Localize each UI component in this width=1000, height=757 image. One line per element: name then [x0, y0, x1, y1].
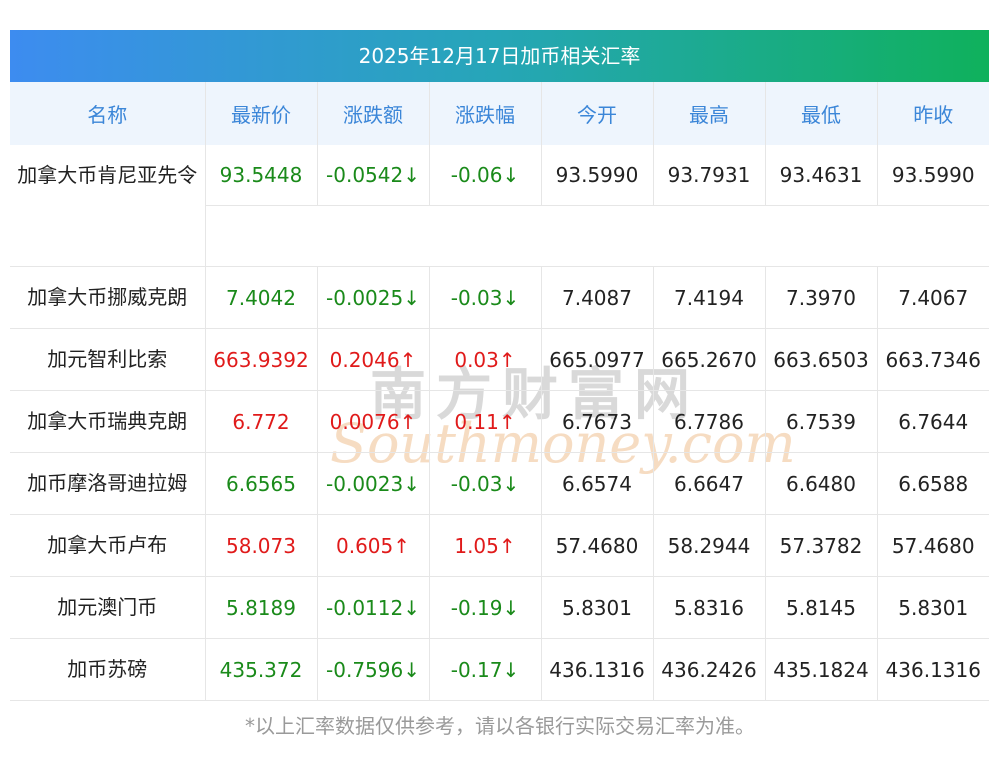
table-row: 加拿大币瑞典克朗 6.772 0.0076↑ 0.11↑ 6.7673 6.7786 6.7…	[10, 390, 989, 453]
currency-name: 加拿大币瑞典克朗	[10, 390, 205, 453]
cell-pct: -0.17↓	[428, 638, 541, 701]
cell-latest: 6.772	[204, 390, 317, 453]
table-row: 加元智利比索 663.9392 0.2046↑ 0.03↑ 665.0977 665.26…	[10, 328, 989, 391]
cell-open: 436.1316	[540, 638, 653, 701]
col-header-change: 涨跌额	[316, 82, 429, 145]
cell-prev: 6.6588	[876, 452, 989, 515]
cell-change: -0.0025↓	[316, 266, 429, 329]
col-header-pct: 涨跌幅	[428, 82, 541, 145]
cell-change: -0.0023↓	[316, 452, 429, 515]
cell-change: -0.7596↓	[316, 638, 429, 701]
table-row: 加拿大币挪威克朗 7.4042 -0.0025↓ -0.03↓ 7.4087 7.4194…	[10, 266, 989, 329]
cell-low: 93.4631	[764, 145, 877, 206]
cell-open: 93.5990	[540, 145, 653, 206]
cell-prev: 5.8301	[876, 576, 989, 639]
cell-open: 7.4087	[540, 266, 653, 329]
cell-change: 0.0076↑	[316, 390, 429, 453]
currency-name: 加币摩洛哥迪拉姆	[10, 452, 205, 515]
cell-latest: 5.8189	[204, 576, 317, 639]
col-header-high: 最高	[652, 82, 765, 145]
cell-latest: 93.5448	[204, 145, 317, 206]
currency-name: 加元智利比索	[10, 328, 205, 391]
cell-latest: 58.073	[204, 514, 317, 577]
cell-low: 6.7539	[764, 390, 877, 453]
cell-high: 58.2944	[652, 514, 765, 577]
table-row: 加元澳门币 5.8189 -0.0112↓ -0.19↓ 5.8301 5.8316 5.8…	[10, 576, 989, 639]
spacer-cell	[204, 205, 989, 267]
cell-high: 7.4194	[652, 266, 765, 329]
cell-open: 6.6574	[540, 452, 653, 515]
table-row: 加拿大币肯尼亚先令 93.5448 -0.0542↓ -0.06↓ 93.5990 93.…	[10, 145, 989, 267]
cell-prev: 663.7346	[876, 328, 989, 391]
cell-prev: 6.7644	[876, 390, 989, 453]
cell-pct: -0.03↓	[428, 452, 541, 515]
table-header-row: 名称 最新价 涨跌额 涨跌幅 今开 最高 最低 昨收	[10, 82, 989, 145]
cell-low: 6.6480	[764, 452, 877, 515]
rates-table: 名称 最新价 涨跌额 涨跌幅 今开 最高 最低 昨收 加拿大币肯尼亚先令 93.5…	[10, 82, 989, 701]
cell-latest: 7.4042	[204, 266, 317, 329]
currency-name: 加币苏磅	[10, 638, 205, 701]
col-header-name: 名称	[10, 82, 205, 145]
cell-change: -0.0112↓	[316, 576, 429, 639]
cell-latest: 435.372	[204, 638, 317, 701]
cell-pct: -0.06↓	[428, 145, 541, 206]
col-header-low: 最低	[764, 82, 877, 145]
currency-name: 加拿大币卢布	[10, 514, 205, 577]
cell-low: 663.6503	[764, 328, 877, 391]
cell-pct: -0.03↓	[428, 266, 541, 329]
disclaimer-footer: *以上汇率数据仅供参考，请以各银行实际交易汇率为准。	[245, 714, 755, 738]
cell-pct: 1.05↑	[428, 514, 541, 577]
currency-name: 加拿大币肯尼亚先令	[10, 145, 205, 267]
cell-high: 665.2670	[652, 328, 765, 391]
currency-name: 加拿大币挪威克朗	[10, 266, 205, 329]
cell-prev: 436.1316	[876, 638, 989, 701]
cell-change: 0.2046↑	[316, 328, 429, 391]
cell-high: 6.7786	[652, 390, 765, 453]
cell-pct: 0.11↑	[428, 390, 541, 453]
currency-name: 加元澳门币	[10, 576, 205, 639]
cell-low: 57.3782	[764, 514, 877, 577]
cell-prev: 93.5990	[876, 145, 989, 206]
cell-pct: 0.03↑	[428, 328, 541, 391]
col-header-latest: 最新价	[204, 82, 317, 145]
rates-card: 2025年12月17日加币相关汇率 名称 最新价 涨跌额 涨跌幅 今开 最高 最…	[10, 30, 989, 701]
table-row: 加拿大币卢布 58.073 0.605↑ 1.05↑ 57.4680 58.2944 57.…	[10, 514, 989, 577]
cell-pct: -0.19↓	[428, 576, 541, 639]
cell-open: 57.4680	[540, 514, 653, 577]
table-row: 加币摩洛哥迪拉姆 6.6565 -0.0023↓ -0.03↓ 6.6574 6.6647…	[10, 452, 989, 515]
cell-low: 7.3970	[764, 266, 877, 329]
cell-high: 93.7931	[652, 145, 765, 206]
cell-low: 5.8145	[764, 576, 877, 639]
cell-latest: 6.6565	[204, 452, 317, 515]
cell-open: 6.7673	[540, 390, 653, 453]
table-row: 加币苏磅 435.372 -0.7596↓ -0.17↓ 436.1316 436.242…	[10, 638, 989, 701]
cell-change: 0.605↑	[316, 514, 429, 577]
page-title: 2025年12月17日加币相关汇率	[10, 30, 989, 82]
cell-open: 665.0977	[540, 328, 653, 391]
cell-prev: 7.4067	[876, 266, 989, 329]
cell-low: 435.1824	[764, 638, 877, 701]
cell-high: 6.6647	[652, 452, 765, 515]
col-header-open: 今开	[540, 82, 653, 145]
cell-prev: 57.4680	[876, 514, 989, 577]
cell-high: 5.8316	[652, 576, 765, 639]
cell-open: 5.8301	[540, 576, 653, 639]
cell-change: -0.0542↓	[316, 145, 429, 206]
cell-high: 436.2426	[652, 638, 765, 701]
col-header-prev: 昨收	[876, 82, 989, 145]
cell-latest: 663.9392	[204, 328, 317, 391]
